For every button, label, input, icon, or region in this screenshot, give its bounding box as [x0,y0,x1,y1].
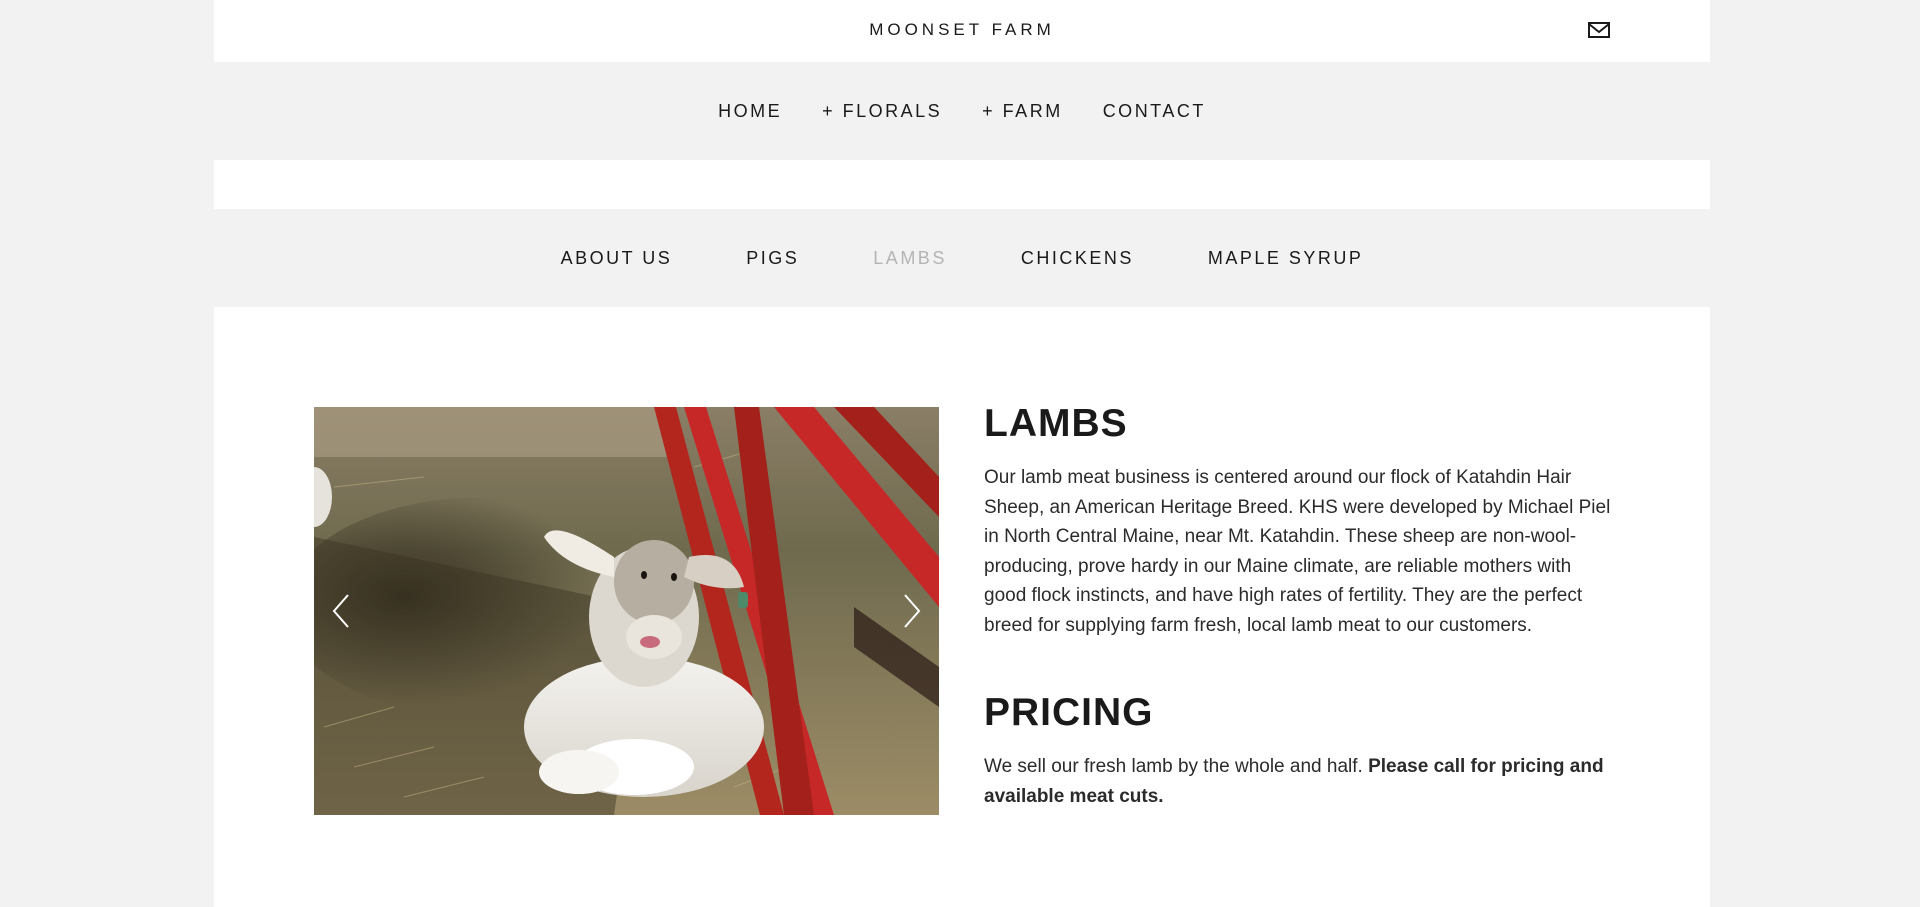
divider-bar [214,160,1710,209]
chevron-left-icon[interactable] [328,591,358,631]
nav-item-home[interactable]: HOME [718,101,782,122]
nav-item-contact[interactable]: CONTACT [1103,101,1206,122]
sub-nav: ABOUT US PIGS LAMBS CHICKENS MAPLE SYRUP [214,209,1710,307]
page: MOONSET FARM HOME + FLORALS + FARM CONTA… [214,0,1710,907]
subnav-item-chickens[interactable]: CHICKENS [1021,248,1134,269]
subnav-item-maple-syrup[interactable]: MAPLE SYRUP [1208,248,1364,269]
nav-item-farm[interactable]: + FARM [982,101,1063,122]
main-content: LAMBS Our lamb meat business is centered… [214,307,1710,907]
subnav-item-lambs[interactable]: LAMBS [873,248,947,269]
chevron-right-icon[interactable] [895,591,925,631]
pricing-section: PRICING We sell our fresh lamb by the wh… [984,690,1614,811]
site-title[interactable]: MOONSET FARM [214,0,1710,62]
pricing-heading: PRICING [984,691,1154,734]
envelope-icon[interactable] [1586,19,1612,41]
lambs-description: Our lamb meat business is centered aroun… [984,467,1611,636]
pricing-description: We sell our fresh lamb by the whole and … [984,752,1614,811]
pricing-text: We sell our fresh lamb by the whole and … [984,756,1369,777]
subnav-item-about-us[interactable]: ABOUT US [561,248,673,269]
subnav-item-pigs[interactable]: PIGS [746,248,799,269]
text-column: LAMBS Our lamb meat business is centered… [984,401,1614,811]
top-bar: MOONSET FARM [214,0,1710,62]
lamb-photo [314,407,939,815]
image-slideshow[interactable] [314,407,939,815]
nav-item-florals[interactable]: + FLORALS [822,101,942,122]
lambs-heading: LAMBS [984,402,1128,445]
main-nav: HOME + FLORALS + FARM CONTACT [214,62,1710,160]
